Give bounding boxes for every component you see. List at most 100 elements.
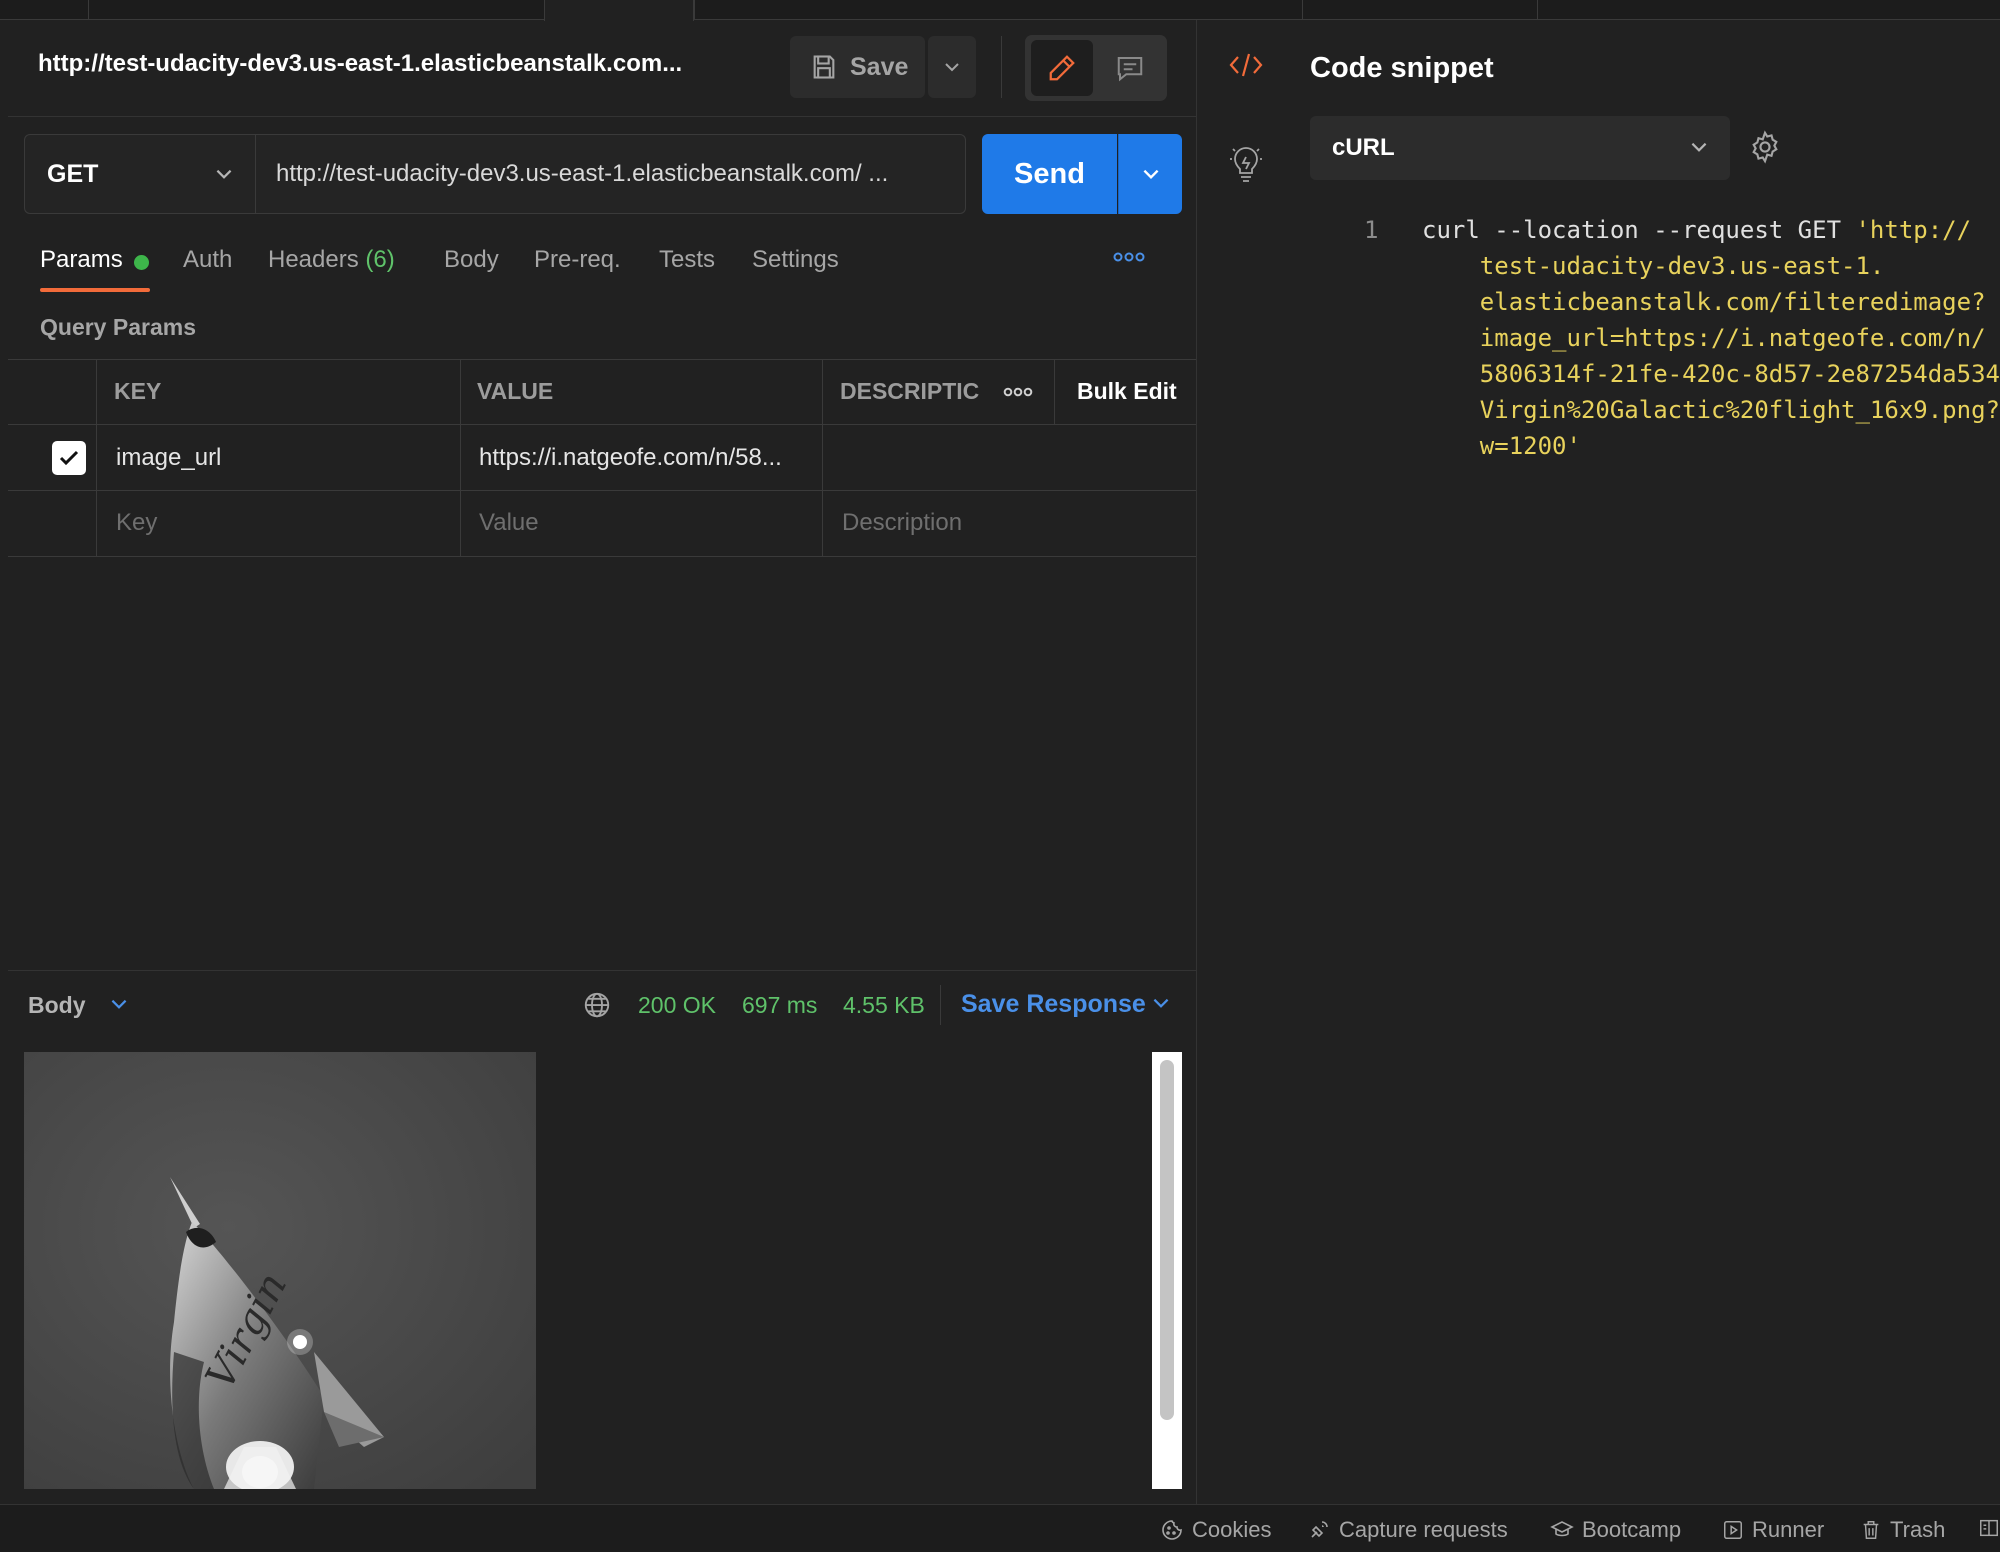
code-line: image_url=https://i.natgeofe.com/n/ [1422,324,1986,352]
column-divider [822,359,823,556]
method-label: GET [47,159,99,188]
column-options-button[interactable] [1002,385,1034,403]
param-value-cell[interactable]: https://i.natgeofe.com/n/58... [479,444,782,472]
column-header-description: DESCRIPTIC [840,378,980,404]
column-header-value: VALUE [477,378,554,404]
more-horizontal-icon [1113,252,1145,262]
column-divider [1054,359,1055,425]
bootcamp-button[interactable]: Bootcamp [1550,1517,1681,1543]
new-key-input[interactable]: Key [116,509,157,537]
tab-auth[interactable]: Auth [183,246,232,274]
tab-settings[interactable]: Settings [752,246,839,274]
more-tabs-button[interactable] [1112,250,1146,268]
play-square-icon [1724,1521,1742,1539]
code-line: test-udacity-dev3.us-east-1. [1422,252,1885,280]
divider [8,116,1196,117]
language-select[interactable]: cURL [1310,116,1730,180]
save-button[interactable]: Save [790,36,925,98]
trash-button[interactable]: Trash [1860,1517,1945,1543]
line-number: 1 [1364,216,1379,244]
cookies-label: Cookies [1192,1517,1272,1542]
panel-title: Code snippet [1310,52,1494,84]
params-indicator-dot [134,255,149,270]
status-bar [0,1504,2000,1552]
tab-prereq[interactable]: Pre-req. [534,246,621,274]
cookies-button[interactable]: Cookies [1160,1517,1271,1543]
tab-tests[interactable]: Tests [659,246,715,274]
column-divider [460,359,461,556]
tab-headers[interactable]: Headers (6) [268,246,395,274]
lightbulb-icon [1230,147,1262,182]
runner-button[interactable]: Runner [1722,1517,1824,1543]
code-string: 'http:// [1855,216,1972,244]
table-border [8,490,1196,491]
divider [1001,36,1002,98]
chevron-down-icon [945,63,959,72]
save-icon [813,55,835,79]
headers-count: (6) [365,246,395,273]
runner-label: Runner [1752,1517,1825,1542]
save-label: Save [850,52,909,81]
send-options-button[interactable] [1118,134,1182,214]
trash-label: Trash [1890,1517,1946,1542]
row-enabled-checkbox[interactable] [52,441,86,475]
divider [8,970,1196,971]
checkmark-icon [59,450,79,466]
bootcamp-label: Bootcamp [1582,1517,1682,1542]
scrollbar-thumb[interactable] [1160,1060,1174,1420]
save-response-dropdown[interactable] [1150,992,1172,1019]
tab-body[interactable]: Body [444,246,499,274]
network-info-button[interactable] [582,990,612,1025]
response-size[interactable]: 4.55 KB [843,992,925,1019]
code-line: 5806314f-21fe-420c-8d57-2e87254da534 [1422,360,2000,388]
two-pane-icon [1980,1519,1998,1537]
code-line: Virgin%20Galactic%20flight_16x9.png? [1422,396,2000,424]
response-body-dropdown[interactable] [108,993,130,1020]
tab-headers-label: Headers [268,246,359,273]
table-border [8,359,1196,360]
spacecraft-image: Virgin [24,1052,536,1489]
pane-divider[interactable] [1196,20,1197,1504]
chevron-down-icon [1153,998,1169,1008]
capture-requests-button[interactable]: Capture requests [1307,1517,1508,1543]
chevron-down-icon [1691,142,1707,152]
pencil-icon [1049,55,1075,81]
active-tab[interactable] [544,0,694,21]
column-divider [96,359,97,556]
context-help-button[interactable] [1228,145,1264,188]
graduation-cap-icon [1550,1521,1574,1537]
code-snippet-button[interactable] [1228,50,1264,85]
cookie-icon [1162,1520,1182,1540]
capture-requests-label: Capture requests [1339,1517,1508,1542]
layout-toggle-button[interactable] [1978,1517,2000,1539]
param-key-cell[interactable]: image_url [116,444,221,472]
send-button[interactable]: Send [982,134,1117,214]
tab-params[interactable]: Params [40,246,123,274]
gear-icon [1752,130,1778,164]
response-status[interactable]: 200 OK [638,992,716,1019]
divider [940,985,941,1025]
snippet-settings-button[interactable] [1748,130,1782,169]
query-params-heading: Query Params [40,314,196,340]
chevron-down-icon [216,169,232,179]
language-label: cURL [1332,134,1395,161]
url-input[interactable]: http://test-udacity-dev3.us-east-1.elast… [256,134,966,214]
request-title[interactable]: http://test-udacity-dev3.us-east-1.elast… [38,50,738,78]
save-options-button[interactable] [928,36,976,98]
chevron-down-icon [1143,169,1158,180]
new-value-input[interactable]: Value [479,509,539,537]
satellite-icon [1311,1521,1328,1538]
response-body-select[interactable]: Body [28,992,86,1019]
response-time[interactable]: 697 ms [742,992,817,1019]
save-response-button[interactable]: Save Response [961,990,1146,1019]
code-line: elasticbeanstalk.com/filteredimage? [1422,288,1986,316]
edit-mode-button[interactable] [1031,40,1093,96]
table-border [8,424,1196,425]
tab-strip [0,0,2000,20]
method-select[interactable]: GET [24,134,256,214]
column-header-key: KEY [114,378,162,404]
chevron-down-icon [111,999,127,1009]
bulk-edit-button[interactable]: Bulk Edit [1077,378,1177,405]
comments-button[interactable] [1099,40,1161,96]
new-description-input[interactable]: Description [842,509,962,537]
